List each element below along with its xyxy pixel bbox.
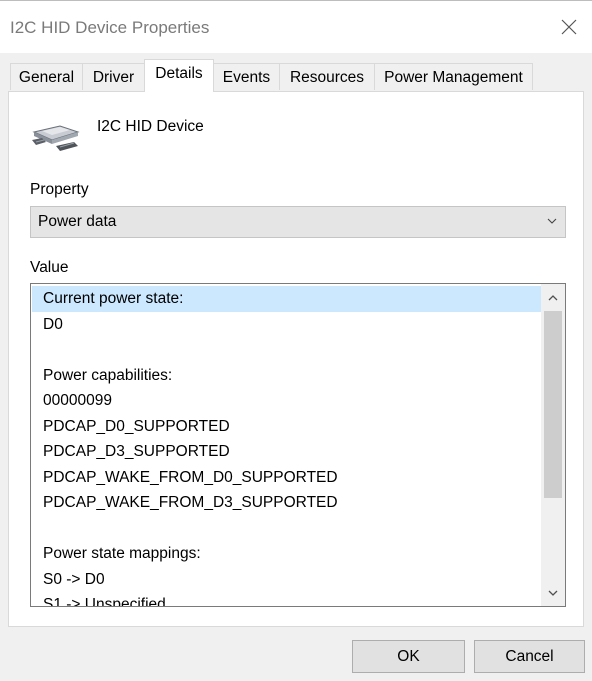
ok-button[interactable]: OK [352, 640, 465, 673]
tab-driver[interactable]: Driver [82, 63, 145, 90]
close-button[interactable] [546, 1, 592, 53]
vertical-scrollbar[interactable] [541, 284, 565, 606]
list-item[interactable]: S1 -> Unspecified [32, 592, 541, 606]
chevron-down-icon [547, 218, 557, 224]
scroll-up-button[interactable] [541, 284, 565, 311]
chevron-down-icon [548, 590, 558, 596]
chevron-up-icon [548, 294, 558, 300]
title-bar: I2C HID Device Properties [0, 0, 592, 53]
list-item[interactable]: D0 [32, 312, 541, 338]
tab-resources[interactable]: Resources [279, 63, 375, 90]
list-item[interactable] [32, 337, 541, 363]
value-listbox[interactable]: Current power state: D0 Power capabilities… [30, 283, 566, 607]
list-item[interactable]: S0 -> D0 [32, 567, 541, 593]
property-label: Property [30, 181, 89, 198]
value-items: Current power state: D0 Power capabilities… [32, 286, 541, 606]
list-item[interactable] [32, 516, 541, 542]
list-item[interactable]: Power capabilities: [32, 363, 541, 389]
tab-general[interactable]: General [10, 63, 83, 90]
tab-details[interactable]: Details [144, 59, 214, 92]
list-item[interactable]: PDCAP_WAKE_FROM_D3_SUPPORTED [32, 490, 541, 516]
property-dropdown[interactable]: Power data [30, 206, 566, 238]
window-title: I2C HID Device Properties [10, 18, 210, 37]
list-item[interactable]: PDCAP_D0_SUPPORTED [32, 414, 541, 440]
tab-power-management[interactable]: Power Management [374, 63, 533, 90]
tab-events[interactable]: Events [213, 63, 280, 90]
device-name: I2C HID Device [97, 118, 204, 135]
list-item[interactable]: 00000099 [32, 388, 541, 414]
tab-strip: General Driver Details Events Resources … [0, 52, 592, 92]
list-item[interactable]: PDCAP_WAKE_FROM_D0_SUPPORTED [32, 465, 541, 491]
details-panel: I2C HID Device Property Power data Value… [8, 91, 584, 627]
hid-device-icon [32, 125, 80, 151]
list-item[interactable]: PDCAP_D3_SUPPORTED [32, 439, 541, 465]
close-icon [561, 19, 577, 35]
value-label: Value [30, 259, 69, 276]
scrollbar-thumb[interactable] [544, 311, 562, 498]
cancel-button[interactable]: Cancel [474, 640, 585, 673]
list-item[interactable]: Power state mappings: [32, 541, 541, 567]
list-item[interactable]: Current power state: [32, 286, 541, 312]
scroll-down-button[interactable] [541, 579, 565, 606]
property-selected-value: Power data [38, 213, 117, 230]
